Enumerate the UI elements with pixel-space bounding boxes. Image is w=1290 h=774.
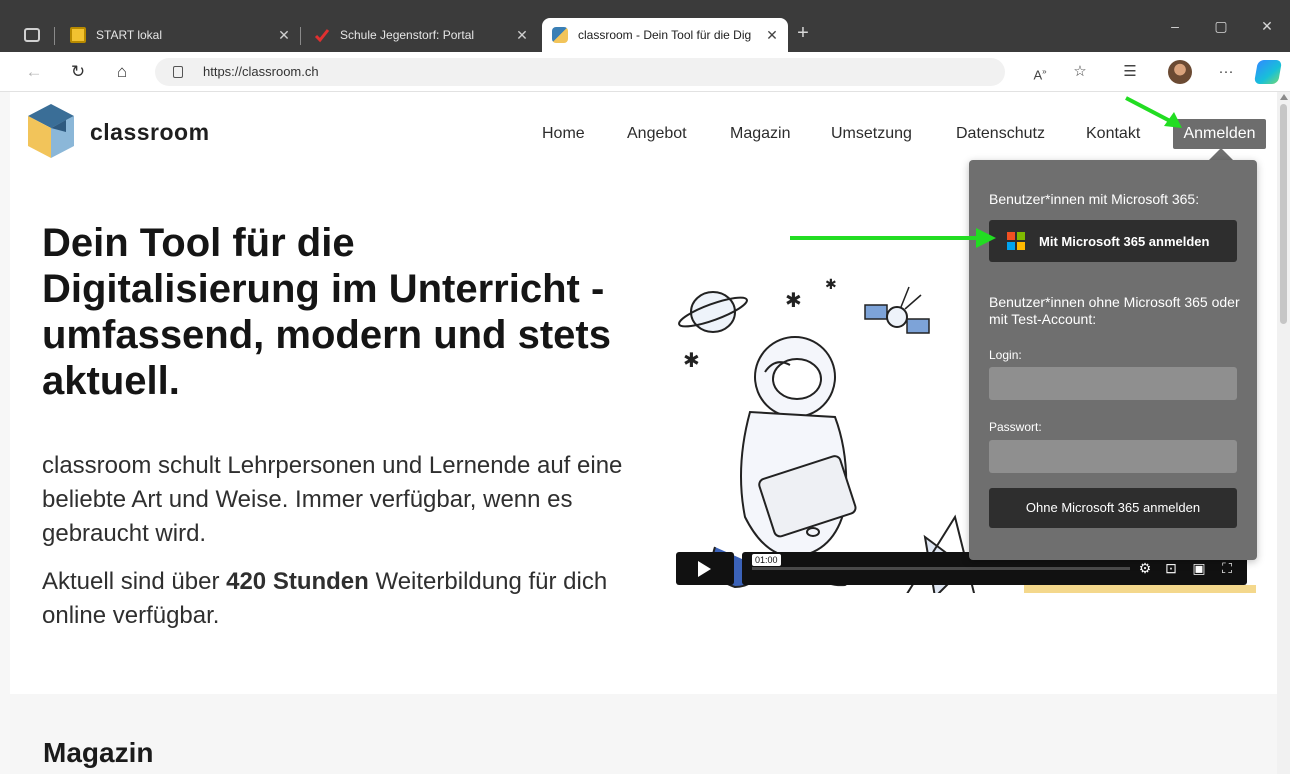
back-icon[interactable]: ← <box>22 60 46 84</box>
annotation-arrow-microsoft <box>790 228 996 248</box>
password-input[interactable] <box>989 440 1237 473</box>
classroom-favicon-icon <box>552 27 568 43</box>
classroom-logo[interactable] <box>26 102 76 160</box>
favorites-list-icon[interactable]: ☰ <box>1118 60 1142 84</box>
progress-track[interactable]: 01:00 <box>752 554 1130 570</box>
close-tab-icon[interactable]: ✕ <box>762 27 782 44</box>
url-text: https://classroom.ch <box>203 64 319 79</box>
scroll-thumb[interactable] <box>1280 104 1287 324</box>
nav-magazin[interactable]: Magazin <box>730 125 790 143</box>
lock-icon <box>173 66 183 78</box>
address-bar: ← ↻ ⌂ https://classroom.ch A» ☆ ☰ ··· <box>0 52 1290 92</box>
hero-title: Dein Tool für die Digitalisierung im Unt… <box>42 221 611 403</box>
hero-text: classroom schult Lehrpersonen und Lernen… <box>42 452 623 547</box>
microsoft-logo-icon <box>1007 232 1025 250</box>
refresh-icon[interactable]: ↻ <box>66 60 90 84</box>
bulb-icon <box>70 27 86 43</box>
magazin-section <box>10 694 1277 774</box>
close-window-icon[interactable]: ✕ <box>1252 14 1282 38</box>
svg-text:✱: ✱ <box>825 277 837 293</box>
fullscreen-icon[interactable]: ⛶ <box>1218 559 1236 577</box>
nav-angebot[interactable]: Angebot <box>627 125 687 143</box>
time-display: 01:00 <box>752 554 781 566</box>
browser-tab-bar: START lokal ✕ Schule Jegenstorf: Portal … <box>0 0 1290 52</box>
maximize-icon[interactable]: ▢ <box>1206 14 1236 38</box>
url-field[interactable]: https://classroom.ch <box>155 58 1005 86</box>
close-tab-icon[interactable]: ✕ <box>274 27 294 44</box>
svg-text:✱: ✱ <box>785 288 802 312</box>
tab-title: classroom - Dein Tool für die Dig <box>578 28 752 42</box>
microsoft-login-button[interactable]: Mit Microsoft 365 anmelden <box>989 220 1237 262</box>
hero-text-hours: Aktuell sind über 420 Stunden Weiterbild… <box>42 565 642 633</box>
settings-icon[interactable]: ⚙ <box>1136 559 1154 577</box>
password-label: Passwort: <box>989 420 1042 434</box>
microsoft-login-label: Mit Microsoft 365 anmelden <box>1039 234 1210 249</box>
more-menu-icon[interactable]: ··· <box>1214 60 1238 84</box>
home-icon[interactable]: ⌂ <box>110 60 134 84</box>
magazin-title: Magazin <box>43 737 154 768</box>
tab-separator <box>54 27 55 45</box>
favorite-star-icon[interactable]: ☆ <box>1068 60 1092 84</box>
nav-home[interactable]: Home <box>542 125 585 143</box>
annotation-arrow-anmelden <box>1125 96 1182 128</box>
picture-in-picture-icon[interactable]: ▣ <box>1190 559 1208 577</box>
other-heading: Benutzer*innen ohne Microsoft 365 oder m… <box>989 294 1240 327</box>
close-tab-icon[interactable]: ✕ <box>512 27 532 44</box>
scroll-up-icon[interactable] <box>1280 94 1288 100</box>
hours-prefix: Aktuell sind über <box>42 568 227 595</box>
tab-title: START lokal <box>96 28 163 42</box>
hours-bold: 420 Stunden <box>226 568 369 595</box>
cast-icon[interactable]: ⊡ <box>1162 559 1180 577</box>
login-dropdown: Benutzer*innen mit Microsoft 365: Mit Mi… <box>969 160 1257 560</box>
minimize-icon[interactable]: – <box>1160 14 1190 38</box>
profile-avatar[interactable] <box>1168 60 1192 84</box>
read-aloud-icon[interactable]: A» <box>1028 60 1052 84</box>
dropdown-caret <box>1209 148 1233 160</box>
page-scrollbar[interactable] <box>1277 92 1290 774</box>
login-input[interactable] <box>989 367 1237 400</box>
tab-schule-jegenstorf[interactable]: Schule Jegenstorf: Portal ✕ <box>308 18 538 52</box>
nav-umsetzung[interactable]: Umsetzung <box>831 125 912 143</box>
tab-title: Schule Jegenstorf: Portal <box>340 28 475 42</box>
login-label: Login: <box>989 348 1022 362</box>
illustration-band <box>676 585 1256 593</box>
web-page: classroom Home Angebot Magazin Umsetzung… <box>10 92 1277 774</box>
brand-name[interactable]: classroom <box>90 119 210 146</box>
tab-start-lokal[interactable]: START lokal ✕ <box>64 18 300 52</box>
svg-text:✱: ✱ <box>683 348 700 372</box>
tab-separator <box>300 27 301 45</box>
copilot-icon[interactable] <box>1253 60 1283 84</box>
ms-heading: Benutzer*innen mit Microsoft 365: <box>989 191 1200 207</box>
window-menu-icon[interactable] <box>24 28 40 42</box>
play-button[interactable] <box>676 552 734 585</box>
tab-classroom[interactable]: classroom - Dein Tool für die Dig ✕ <box>542 18 788 52</box>
new-tab-icon[interactable]: + <box>792 22 814 44</box>
nav-datenschutz[interactable]: Datenschutz <box>956 125 1045 143</box>
play-icon <box>698 561 711 577</box>
login-without-microsoft-button[interactable]: Ohne Microsoft 365 anmelden <box>989 488 1237 528</box>
checkmark-icon <box>314 27 330 43</box>
